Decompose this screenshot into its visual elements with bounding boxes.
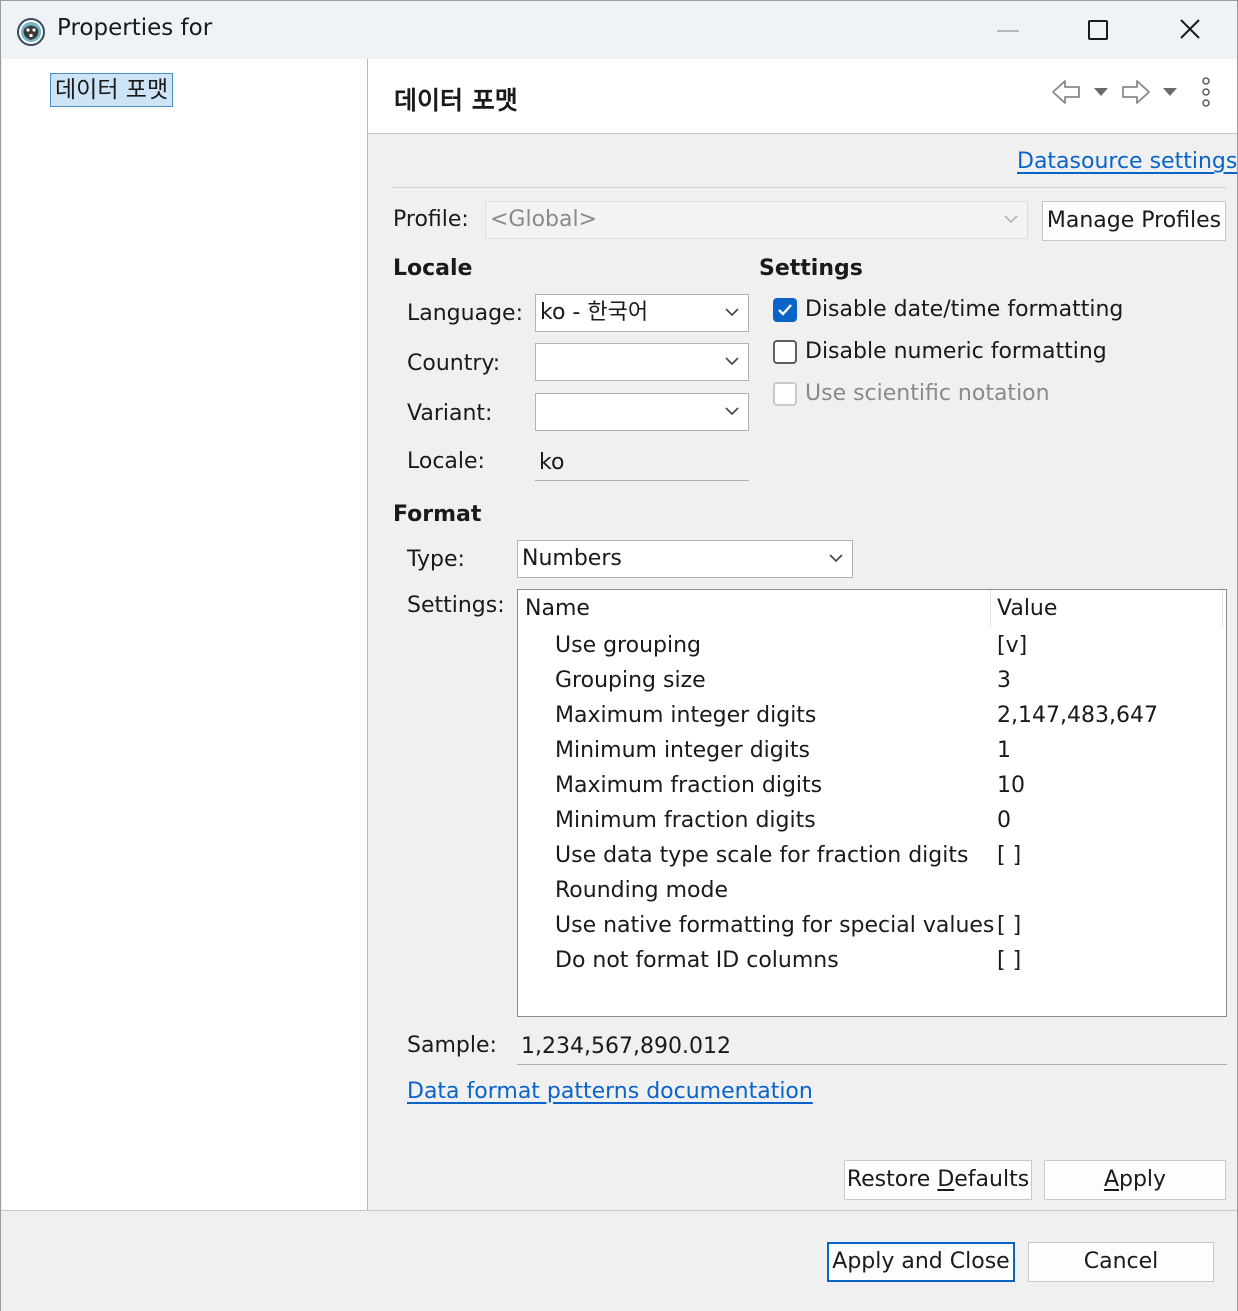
table-row[interactable]: Do not format ID columns[ ] bbox=[518, 948, 1224, 983]
profile-label: Profile: bbox=[393, 207, 469, 232]
chevron-down-icon bbox=[725, 308, 739, 317]
apply-button[interactable]: Apply bbox=[1044, 1160, 1226, 1200]
apply-and-close-button[interactable]: Apply and Close bbox=[827, 1242, 1015, 1282]
checkmark-icon bbox=[778, 304, 792, 316]
dialog-button-bar: Apply and Close Cancel bbox=[1, 1210, 1237, 1311]
close-icon bbox=[1180, 19, 1200, 39]
sample-label: Sample: bbox=[407, 1033, 497, 1058]
format-type-combo[interactable]: Numbers bbox=[517, 540, 853, 578]
scientific-notation-checkbox bbox=[773, 382, 797, 406]
window-title: Properties for bbox=[57, 15, 213, 41]
sample-value-field: 1,234,567,890.012 bbox=[517, 1029, 1227, 1065]
country-label: Country: bbox=[407, 351, 501, 376]
format-type-value: Numbers bbox=[522, 546, 622, 571]
minimize-button[interactable] bbox=[959, 1, 1051, 59]
language-combo[interactable]: ko - 한국어 bbox=[535, 294, 749, 332]
profile-combo[interactable]: <Global> bbox=[485, 201, 1028, 239]
forward-arrow-icon[interactable] bbox=[1121, 79, 1151, 105]
chevron-down-icon bbox=[725, 357, 739, 366]
datasource-settings-link[interactable]: Datasource settings bbox=[1017, 149, 1237, 174]
language-label: Language: bbox=[407, 301, 523, 326]
table-row[interactable]: Use data type scale for fraction digits[… bbox=[518, 843, 1224, 878]
close-button[interactable] bbox=[1143, 1, 1235, 59]
table-row[interactable]: Rounding mode bbox=[518, 878, 1224, 913]
table-row[interactable]: Maximum fraction digits 10 bbox=[518, 773, 1224, 808]
format-patterns-doc-link[interactable]: Data format patterns documentation bbox=[407, 1079, 813, 1104]
variant-combo[interactable] bbox=[535, 393, 749, 431]
back-history-dropdown-icon[interactable] bbox=[1093, 87, 1109, 97]
format-settings-label: Settings: bbox=[407, 593, 505, 618]
disable-numeric-checkbox[interactable] bbox=[773, 340, 797, 364]
table-row[interactable]: Use native formatting for special values… bbox=[518, 913, 1224, 948]
table-row[interactable]: Use grouping [v] bbox=[518, 633, 1224, 668]
back-arrow-icon[interactable] bbox=[1051, 79, 1081, 105]
variant-label: Variant: bbox=[407, 401, 493, 426]
table-row[interactable]: Maximum integer digits 2,147,483,647 bbox=[518, 703, 1224, 738]
maximize-button[interactable] bbox=[1051, 1, 1143, 59]
column-divider[interactable] bbox=[1222, 590, 1223, 628]
locale-heading: Locale bbox=[393, 256, 473, 281]
more-vertical-icon[interactable] bbox=[1200, 77, 1212, 107]
settings-heading: Settings bbox=[759, 256, 863, 281]
manage-profiles-button[interactable]: Manage Profiles bbox=[1042, 201, 1226, 241]
tree-item-data-format[interactable]: 데이터 포맷 bbox=[50, 73, 174, 107]
column-divider[interactable] bbox=[990, 590, 991, 628]
format-heading: Format bbox=[393, 502, 482, 527]
disable-datetime-checkbox[interactable] bbox=[773, 298, 797, 322]
dbeaver-beaver-icon bbox=[17, 18, 45, 46]
title-bar: Properties for bbox=[1, 1, 1237, 59]
page-header: 데이터 포맷 bbox=[368, 59, 1237, 134]
type-label: Type: bbox=[407, 547, 465, 572]
column-header-value[interactable]: Value bbox=[997, 596, 1057, 621]
language-value: ko - 한국어 bbox=[540, 300, 649, 325]
disable-numeric-label: Disable numeric formatting bbox=[805, 339, 1107, 364]
scientific-notation-label: Use scientific notation bbox=[805, 381, 1050, 406]
cancel-button[interactable]: Cancel bbox=[1028, 1242, 1214, 1282]
table-row[interactable]: Minimum integer digits 1 bbox=[518, 738, 1224, 773]
column-header-name[interactable]: Name bbox=[525, 596, 590, 621]
chevron-down-icon bbox=[725, 407, 739, 416]
preference-page: 데이터 포맷 Datasource settings Profile: <Glo… bbox=[368, 59, 1237, 1210]
profile-value: <Global> bbox=[490, 207, 598, 232]
locale-value-field: ko bbox=[535, 445, 749, 481]
separator bbox=[392, 187, 1226, 188]
restore-defaults-button[interactable]: Restore Defaults bbox=[844, 1160, 1032, 1200]
chevron-down-icon bbox=[829, 554, 843, 563]
disable-datetime-label: Disable date/time formatting bbox=[805, 297, 1124, 322]
country-combo[interactable] bbox=[535, 343, 749, 381]
page-title: 데이터 포맷 bbox=[394, 86, 518, 115]
forward-history-dropdown-icon[interactable] bbox=[1162, 87, 1178, 97]
table-row[interactable]: Minimum fraction digits 0 bbox=[518, 808, 1224, 843]
locale-label: Locale: bbox=[407, 449, 485, 474]
chevron-down-icon bbox=[1004, 215, 1018, 224]
preference-tree: 데이터 포맷 bbox=[2, 59, 368, 1210]
table-row[interactable]: Grouping size 3 bbox=[518, 668, 1224, 703]
properties-dialog: Properties for 데이터 포맷 데이터 포맷 Datasource … bbox=[0, 0, 1238, 1311]
format-settings-table: Name Value Use grouping [v] Grouping size… bbox=[517, 589, 1227, 1017]
